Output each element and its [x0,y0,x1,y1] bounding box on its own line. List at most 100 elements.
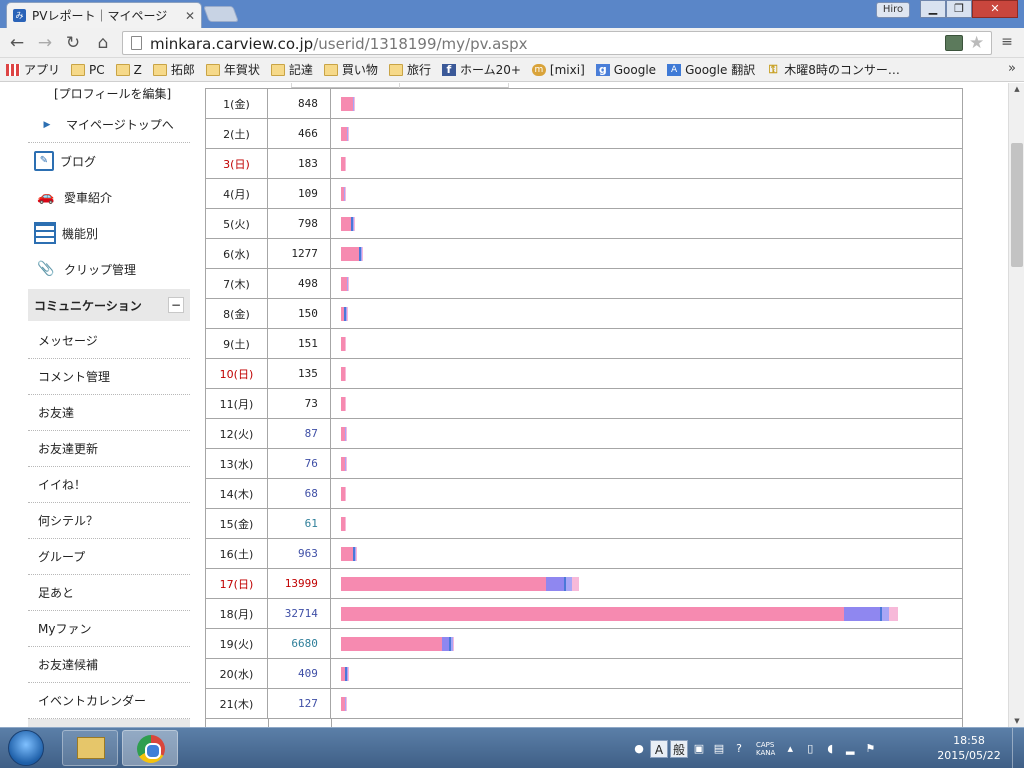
sidebar-item-communication[interactable]: メッセージ [28,323,190,359]
reload-icon[interactable]: ↻ [62,32,84,54]
bookmark-item[interactable]: 買い物 [323,61,378,78]
windows-taskbar: ● A 般 ▣ ▤ ? CAPS KANA ▴ ▯ ◖ ▂ ⚑ 18:58 201… [0,727,1024,768]
table-row: 18(月) 32714 [205,598,964,629]
help-icon[interactable]: ? [730,740,748,758]
url-text[interactable]: minkara.carview.co.jp/userid/1318199/my/… [150,35,528,53]
sidebar-item-label: メッセージ [38,334,98,348]
sidebar-item-label: ブログ [60,154,97,169]
pv-bar-cell [329,658,964,689]
communication-section-header[interactable]: コミュニケーション − [28,289,190,321]
pv-bar-segment [340,637,442,651]
sidebar-item-communication[interactable]: イベントカレンダー [28,683,190,719]
pv-bar [340,487,346,501]
sidebar-item-features[interactable]: 機能別 [28,215,190,251]
battery-icon[interactable]: ▯ [801,740,819,758]
bookmark-item[interactable]: アプリ [6,61,60,78]
column-divider [331,719,332,727]
taskbar-chrome-button[interactable] [122,730,178,766]
ime-language-icon[interactable]: ● [630,740,648,758]
taskbar-clock[interactable]: 18:58 2015/05/22 [928,733,1010,763]
tab-close-icon[interactable]: ✕ [185,9,195,23]
profile-user-badge[interactable]: Hiro [876,2,910,18]
bookmark-item[interactable]: 旅行 [388,61,431,78]
show-hidden-icons-arrow-icon[interactable]: ▴ [781,740,799,758]
pv-count-cell: 32714 [266,598,331,629]
sidebar-item-communication[interactable]: お友達 [28,395,190,431]
ime-input-mode-kanji[interactable]: 般 [670,740,688,758]
date-cell: 13(水) [205,448,268,479]
bookmark-item[interactable]: Z [115,63,142,77]
scrollbar-thumb[interactable] [1011,143,1023,267]
pv-bar-cell [329,358,964,389]
pv-bar-segment [452,637,454,651]
start-button[interactable] [8,730,44,766]
bookmark-star-icon[interactable]: ★ [969,33,984,53]
show-desktop-button[interactable] [1012,728,1024,768]
pv-bar [340,217,355,231]
sidebar-item-communication[interactable]: 足あと [28,575,190,611]
bookmark-item[interactable]: g Google [595,63,656,77]
pv-count-cell: 1277 [266,238,331,269]
sidebar-item-communication[interactable]: イイね！ [28,467,190,503]
bookmark-item[interactable]: 記達 [270,61,313,78]
home-icon[interactable]: ⌂ [92,32,114,54]
sidebar-item-communication[interactable]: お友達更新 [28,431,190,467]
bookmark-item[interactable]: PC [71,63,105,77]
pv-bar-segment [340,217,351,231]
bookmark-item[interactable]: m [mixi] [531,63,585,77]
sidebar-item-clip[interactable]: 📎 クリップ管理 [28,251,190,287]
bookmark-label: 木曜8時のコンサー… [784,63,900,77]
sidebar-item-mypage-top[interactable]: ▶ マイページトップへ [28,107,190,143]
window-minimize-button[interactable]: ▁ [920,0,946,18]
tab-pv-report[interactable]: み PVレポート｜マイページ ✕ [6,2,202,28]
table-row: 13(水) 76 [205,448,964,479]
table-row-partial [205,719,963,727]
bookmark-item[interactable]: A Google 翻訳 [667,61,755,78]
chrome-menu-icon[interactable]: ≡ [998,34,1016,50]
taskbar-explorer-button[interactable] [62,730,118,766]
collapse-minus-icon[interactable]: − [168,297,184,313]
volume-muted-icon[interactable]: ◖ [821,740,839,758]
bookmark-item[interactable]: 拓郎 [152,61,195,78]
bookmark-item[interactable]: f ホーム20+ [441,61,521,78]
window-maximize-button[interactable]: ❐ [946,0,972,18]
network-signal-icon[interactable]: ▂ [841,740,859,758]
date-cell: 2(土) [205,118,268,149]
back-arrow-icon[interactable]: ← [6,32,28,54]
sidebar-item-communication[interactable]: Myファン [28,611,190,647]
bookmark-item[interactable]: 年賀状 [205,61,260,78]
folder-icon [71,63,86,76]
forward-arrow-icon[interactable]: → [34,32,56,54]
ime-input-mode-a[interactable]: A [650,740,668,758]
scroll-down-arrow-icon[interactable]: ▼ [1013,717,1021,725]
ime-dictionary-icon[interactable]: ▤ [710,740,728,758]
pv-bar-cell [329,538,964,569]
url-host: minkara.carview.co.jp [150,35,314,53]
pv-bar-cell [329,298,964,329]
address-bar[interactable]: minkara.carview.co.jp/userid/1318199/my/… [122,31,992,55]
page-scrollbar[interactable]: ▲ ▼ [1008,83,1024,727]
sidebar-item-communication[interactable]: お友達候補 [28,647,190,683]
action-center-flag-icon[interactable]: ⚑ [861,740,879,758]
sidebar-item-label: 足あと [38,586,75,600]
date-cell: 11(月) [205,388,268,419]
date-cell: 3(日) [205,148,268,179]
ime-tools-icon[interactable]: ▣ [690,740,708,758]
sidebar-item-car[interactable]: 🚗 愛車紹介 [28,179,190,215]
sidebar-item-communication[interactable]: グループ [28,539,190,575]
extension-icon[interactable] [945,35,963,51]
sidebar-item-communication[interactable]: 何シテル？ [28,503,190,539]
bookmark-item[interactable]: ⚿ 木曜8時のコンサー… [766,61,900,78]
new-tab-button[interactable] [203,6,239,22]
page-content: [プロフィールを編集] ▶ マイページトップへ ✎ ブログ 🚗 愛車紹介 機能別… [0,83,1008,727]
bookmark-label: 旅行 [406,63,431,77]
scroll-up-arrow-icon[interactable]: ▲ [1013,85,1021,93]
pv-bar [340,457,347,471]
sidebar-item-blog[interactable]: ✎ ブログ [28,143,190,179]
bookmarks-overflow-icon[interactable]: » [1008,61,1016,76]
profile-edit-link[interactable]: [プロフィールを編集] [54,85,171,102]
sidebar-item-communication[interactable]: コメント管理 [28,359,190,395]
translate-icon: A [667,63,682,76]
window-close-button[interactable]: ✕ [972,0,1018,18]
table-row: 7(木) 498 [205,268,964,299]
